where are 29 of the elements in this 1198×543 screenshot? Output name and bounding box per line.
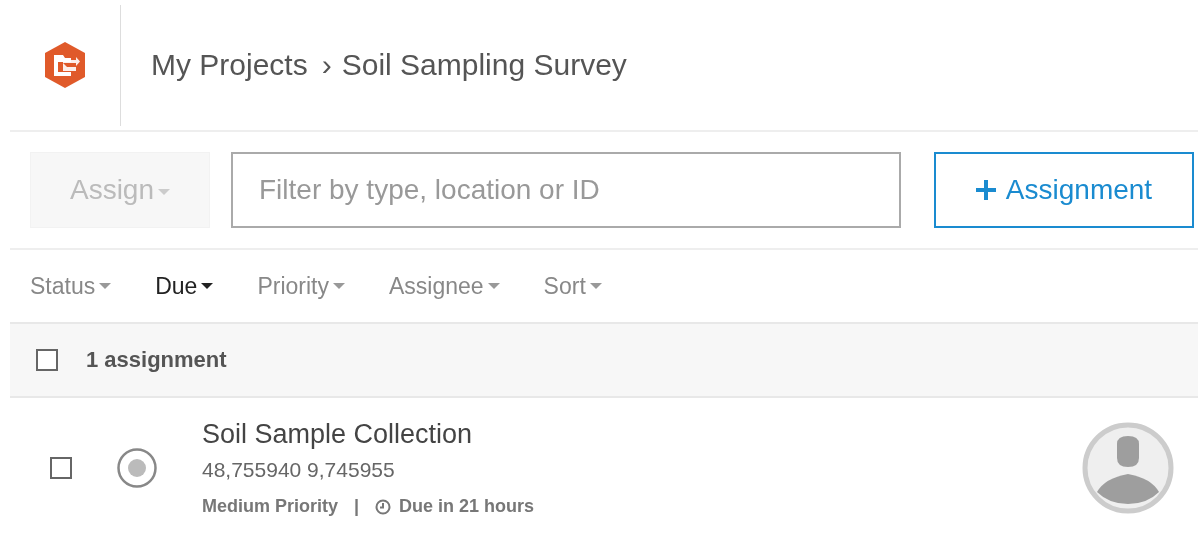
plus-icon (975, 180, 996, 200)
avatar-icon[interactable] (1082, 422, 1174, 514)
filter-tab[interactable]: Sort (543, 272, 602, 300)
app-logo-icon[interactable] (43, 41, 87, 89)
priority-label: Medium Priority (202, 496, 339, 517)
due-label: Due in 21 hours (399, 496, 535, 517)
status-icon (116, 447, 158, 489)
filter-field[interactable]: Filter by type, location or ID (231, 152, 901, 228)
caret-icon (99, 283, 112, 289)
filter-tab[interactable]: Priority (257, 272, 345, 300)
breadcrumb-link[interactable]: My Projects (151, 48, 308, 82)
caret-icon (158, 188, 170, 195)
clock-icon (375, 498, 392, 515)
caret-icon (589, 283, 602, 289)
caret-icon (201, 283, 214, 289)
caret-icon (333, 283, 345, 289)
caret-icon (487, 283, 500, 289)
checkbox[interactable] (36, 349, 58, 371)
filter-tab[interactable]: Due (155, 272, 214, 300)
filter-tab[interactable]: Assignee (389, 272, 500, 300)
add-assignment-button[interactable]: Assignment (934, 152, 1194, 228)
filter-tab[interactable]: Status (30, 272, 112, 300)
checkbox[interactable] (50, 457, 72, 479)
assignment-count: 1 assignment (86, 347, 227, 373)
assignment-title[interactable]: Soil Sample Collection (202, 419, 1082, 450)
separator: | (354, 496, 360, 517)
breadcrumb-separator: › (321, 48, 332, 82)
assignment-location: 48,755940 9,745955 (202, 458, 396, 482)
breadcrumb-link[interactable]: Soil Sampling Survey (341, 48, 627, 82)
